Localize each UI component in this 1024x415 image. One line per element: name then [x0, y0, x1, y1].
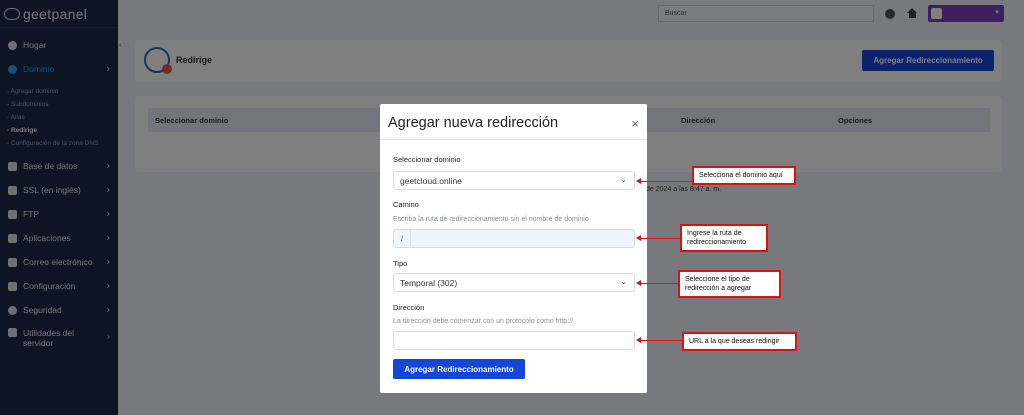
type-label: Tipo [393, 259, 408, 268]
close-icon[interactable]: × [631, 116, 639, 131]
path-hint: Escriba la ruta de redireccionamiento si… [393, 216, 589, 223]
callout-domain: Selecciona el dominio aquí [692, 166, 796, 185]
domain-label: Seleccionar dominio [393, 155, 461, 164]
direction-hint: La dirección debe comenzar con un protoc… [393, 318, 574, 325]
chevron-down-icon: ⌄ [620, 175, 627, 184]
add-redirect-modal: Agregar nueva redirección × Seleccionar … [380, 104, 647, 393]
type-select-value: Temporal (302) [400, 278, 458, 288]
submit-redirect-button[interactable]: Agregar Redireccionamiento [393, 359, 525, 379]
annotation-line [640, 238, 680, 239]
path-input[interactable]: / [393, 229, 635, 248]
callout-type: Seleccione el tipo de redirección a agre… [678, 270, 781, 298]
annotation-line [640, 340, 682, 341]
annotation-line [640, 181, 692, 182]
divider [380, 139, 647, 140]
annotation-line [640, 283, 678, 284]
path-prefix: / [394, 230, 411, 247]
path-label: Camino [393, 200, 419, 209]
callout-path: Ingrese la ruta de redireccionamiento [680, 224, 768, 252]
modal-title: Agregar nueva redirección [388, 115, 559, 131]
domain-select-value: geetcloud.online [400, 176, 462, 186]
chevron-down-icon: ⌄ [620, 277, 627, 286]
direction-label: Dirección [393, 303, 425, 312]
direction-input[interactable] [393, 331, 635, 350]
type-select[interactable]: Temporal (302) ⌄ [393, 273, 635, 292]
callout-url: URL a la que deseas redirigir [682, 332, 797, 351]
domain-select[interactable]: geetcloud.online ⌄ [393, 171, 635, 190]
